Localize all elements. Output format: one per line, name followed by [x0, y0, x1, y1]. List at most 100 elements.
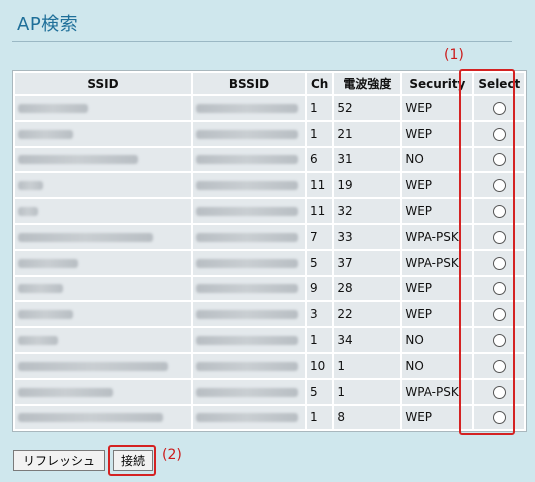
bssid-cell: [193, 379, 305, 404]
select-radio[interactable]: [492, 179, 506, 193]
signal-cell: 31: [334, 147, 401, 172]
bssid-cell: [193, 96, 305, 120]
ssid-cell: [15, 199, 191, 223]
select-radio[interactable]: [492, 411, 506, 425]
table-row: 6 31 NO: [15, 147, 525, 172]
ssid-cell: [15, 353, 191, 378]
security-cell: WPA-PSK: [402, 224, 473, 249]
select-radio[interactable]: [492, 127, 506, 141]
signal-cell: 52: [334, 96, 401, 120]
blurred-bssid: [196, 413, 298, 423]
signal-cell: 34: [334, 328, 401, 352]
security-cell: WEP: [402, 276, 473, 301]
header-ssid: SSID: [15, 73, 191, 94]
blurred-bssid: [196, 336, 298, 346]
ch-cell: 1: [307, 96, 333, 120]
ch-cell: 10: [307, 353, 333, 378]
bssid-cell: [193, 224, 305, 249]
select-cell: [474, 121, 525, 146]
security-cell: NO: [402, 328, 473, 352]
ssid-cell: [15, 147, 191, 172]
blurred-bssid: [196, 310, 298, 320]
table-row: 1 8 WEP: [15, 405, 525, 430]
ch-cell: 11: [307, 173, 333, 198]
security-cell: WEP: [402, 96, 473, 120]
header-bssid: BSSID: [193, 73, 305, 94]
blurred-bssid: [196, 155, 298, 165]
blurred-bssid: [196, 284, 298, 294]
security-cell: WEP: [402, 302, 473, 327]
annotation-marker-1: (1): [444, 47, 464, 63]
page-title: AP検索: [17, 14, 79, 35]
select-radio[interactable]: [492, 101, 506, 115]
ssid-cell: [15, 379, 191, 404]
header-ch: Ch: [307, 73, 333, 94]
select-cell: [474, 302, 525, 327]
ch-cell: 11: [307, 199, 333, 223]
blurred-ssid: [18, 129, 73, 139]
blurred-bssid: [196, 232, 298, 242]
select-cell: [474, 199, 525, 223]
table-row: 1 52 WEP: [15, 96, 525, 120]
ch-cell: 7: [307, 224, 333, 249]
bssid-cell: [193, 199, 305, 223]
blurred-bssid: [196, 387, 298, 397]
ssid-cell: [15, 405, 191, 430]
security-cell: WEP: [402, 199, 473, 223]
table-row: 5 1 WPA-PSK: [15, 379, 525, 404]
ch-cell: 3: [307, 302, 333, 327]
ch-cell: 1: [307, 328, 333, 352]
select-radio[interactable]: [492, 359, 506, 373]
security-cell: WEP: [402, 121, 473, 146]
signal-cell: 19: [334, 173, 401, 198]
signal-cell: 21: [334, 121, 401, 146]
select-radio[interactable]: [492, 256, 506, 270]
security-cell: WEP: [402, 405, 473, 430]
ch-cell: 1: [307, 405, 333, 430]
ch-cell: 5: [307, 379, 333, 404]
select-radio[interactable]: [492, 282, 506, 296]
select-radio[interactable]: [492, 308, 506, 322]
bssid-cell: [193, 250, 305, 275]
select-radio[interactable]: [492, 334, 506, 348]
table-row: 11 19 WEP: [15, 173, 525, 198]
signal-cell: 37: [334, 250, 401, 275]
refresh-button[interactable]: リフレッシュ: [13, 450, 105, 471]
table-row: 9 28 WEP: [15, 276, 525, 301]
ssid-cell: [15, 121, 191, 146]
select-radio[interactable]: [492, 205, 506, 219]
security-cell: WPA-PSK: [402, 379, 473, 404]
ch-cell: 5: [307, 250, 333, 275]
header-select: Select: [474, 73, 525, 94]
connect-button[interactable]: 接続: [113, 450, 153, 471]
select-radio[interactable]: [492, 385, 506, 399]
table-row: 7 33 WPA-PSK: [15, 224, 525, 249]
bssid-cell: [193, 353, 305, 378]
table-row: 5 37 WPA-PSK: [15, 250, 525, 275]
ch-cell: 1: [307, 121, 333, 146]
ssid-cell: [15, 328, 191, 352]
select-cell: [474, 379, 525, 404]
blurred-bssid: [196, 258, 298, 268]
security-cell: NO: [402, 147, 473, 172]
select-cell: [474, 250, 525, 275]
header-signal: 電波強度: [334, 73, 401, 94]
blurred-ssid: [18, 387, 113, 397]
blurred-ssid: [18, 284, 63, 294]
bssid-cell: [193, 121, 305, 146]
signal-cell: 28: [334, 276, 401, 301]
blurred-ssid: [18, 336, 58, 346]
table-row: 11 32 WEP: [15, 199, 525, 223]
table-row: 3 22 WEP: [15, 302, 525, 327]
signal-cell: 22: [334, 302, 401, 327]
ch-cell: 6: [307, 147, 333, 172]
select-radio[interactable]: [492, 153, 506, 167]
bssid-cell: [193, 405, 305, 430]
blurred-bssid: [196, 207, 298, 217]
blurred-bssid: [196, 129, 298, 139]
select-radio[interactable]: [492, 230, 506, 244]
security-cell: NO: [402, 353, 473, 378]
blurred-bssid: [196, 103, 298, 113]
security-cell: WEP: [402, 173, 473, 198]
bssid-cell: [193, 276, 305, 301]
